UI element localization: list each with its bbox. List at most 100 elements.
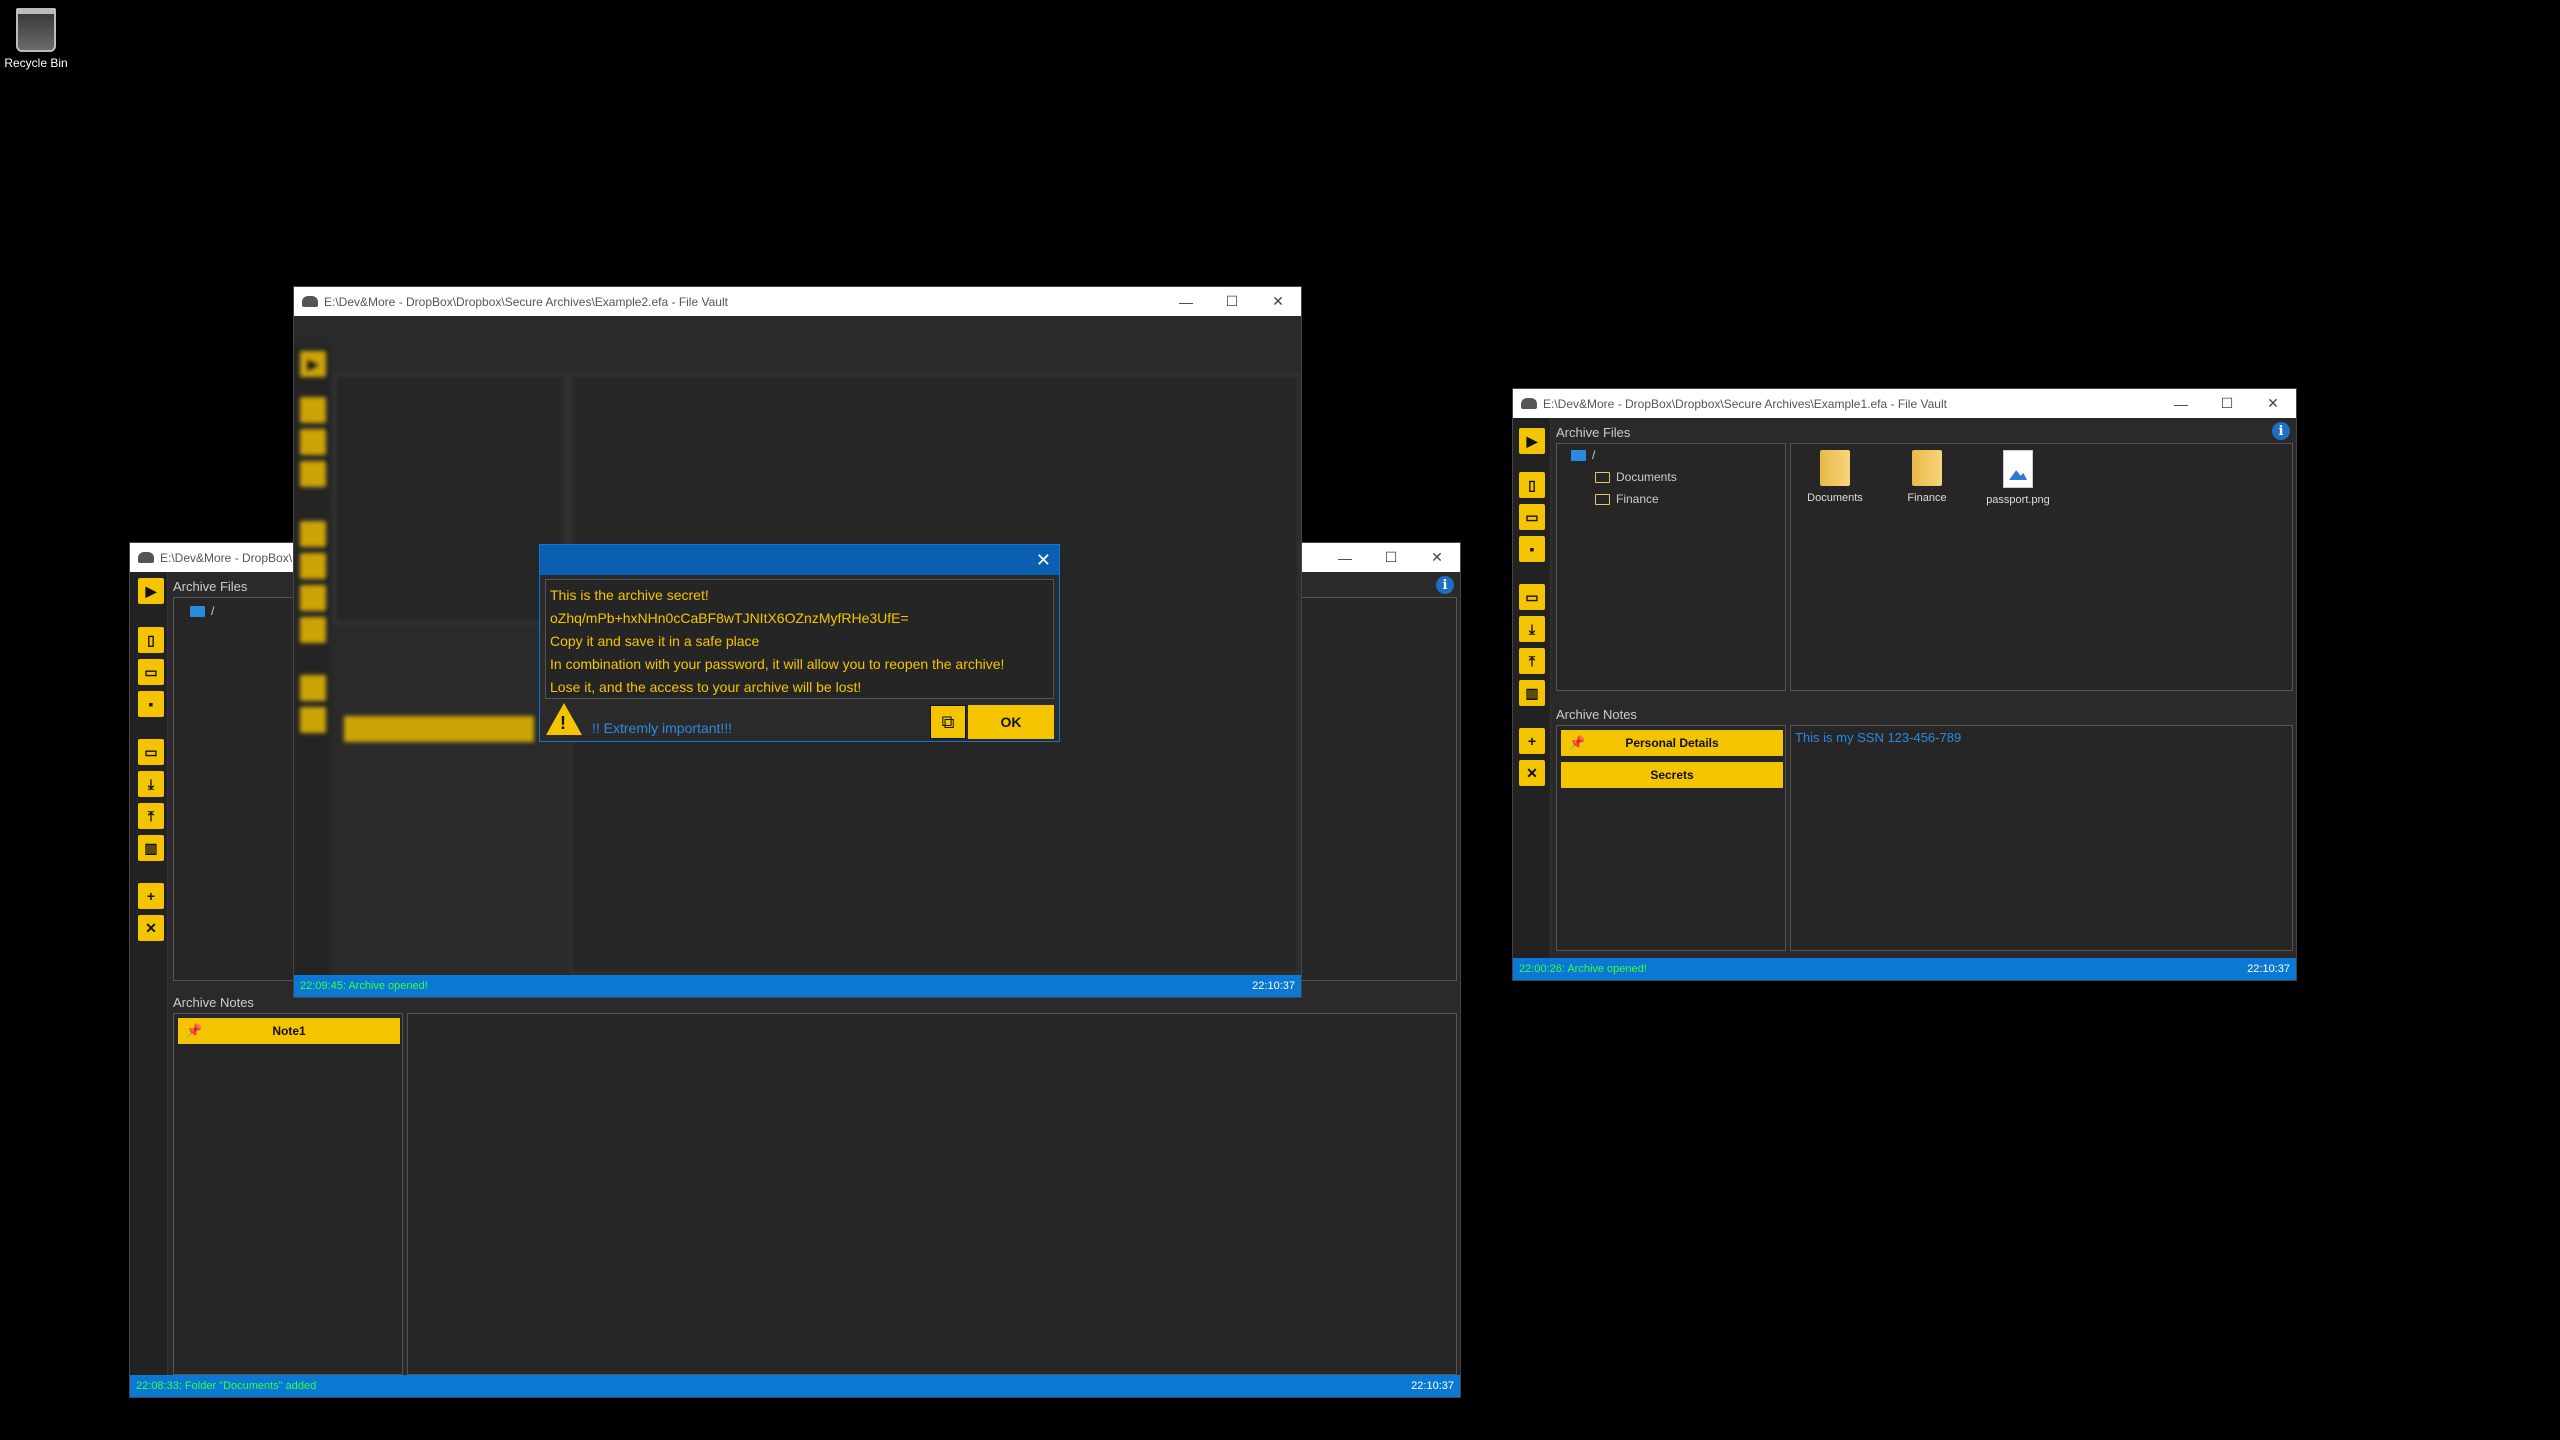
status-message: 22:09:45: Archive opened! (300, 980, 428, 992)
open-archive-button[interactable]: ▶ (138, 578, 164, 604)
close-button[interactable]: ✕ (2250, 389, 2296, 418)
warning-mark: ! (560, 713, 566, 733)
tree-root-label: / (1592, 448, 1596, 462)
note-label: Secrets (1650, 768, 1694, 782)
note-editor[interactable]: This is my SSN 123-456-789 (1790, 725, 2293, 951)
download-button (300, 553, 326, 579)
download-button[interactable]: ⤓ (1519, 616, 1545, 642)
dialog-line: In combination with your password, it wi… (550, 656, 1005, 672)
ok-button[interactable]: OK (968, 705, 1054, 739)
add-note-button (300, 675, 326, 701)
dialog-title-bar[interactable]: ✕ (540, 545, 1059, 575)
file-grid-panel: Documents Finance passport.png (1790, 443, 2293, 691)
delete-button[interactable]: ▥ (138, 835, 164, 861)
close-button[interactable]: ✕ (1255, 287, 1301, 316)
image-file-icon (2003, 450, 2033, 488)
status-bar: 22:00:26: Archive opened! 22:10:37 (1513, 958, 2296, 980)
minimize-button[interactable]: — (2158, 389, 2204, 418)
pin-icon: 📌 (186, 1023, 203, 1038)
file-tile-passport[interactable]: passport.png (1978, 450, 2058, 506)
status-message: 22:08:33: Folder "Documents" added (136, 1380, 317, 1392)
archive-files-label: Archive Files (173, 579, 248, 594)
recycle-bin-desktop-icon[interactable]: Recycle Bin (4, 8, 68, 70)
note-text: This is my SSN 123-456-789 (1795, 730, 1962, 745)
folder-icon (1595, 493, 1610, 505)
title-bar[interactable]: E:\Dev&More - DropBox\Dropbox\Secure Arc… (1513, 389, 2296, 418)
new-file-button[interactable]: ▯ (138, 627, 164, 653)
tree-root-label: / (211, 604, 215, 618)
folder-icon (1912, 450, 1942, 486)
tree-item-label: Finance (1616, 492, 1659, 506)
status-bar: 22:09:45: Archive opened! 22:10:37 (294, 975, 1301, 997)
recycle-bin-icon (16, 8, 56, 52)
window-title: E:\Dev&More - DropBox\Dropbox\Secure Arc… (1543, 396, 1947, 411)
archive-notes-label: Archive Notes (1556, 707, 1637, 722)
app-icon (302, 296, 318, 307)
recycle-bin-label: Recycle Bin (4, 56, 68, 70)
tree-item-label: Documents (1616, 470, 1677, 484)
info-icon[interactable]: i (1436, 576, 1454, 594)
add-note-button[interactable]: + (1519, 728, 1545, 754)
secret-key: oZhq/mPb+hxNHn0cCaBF8wTJNItX6OZnzMyfRHe3… (550, 610, 909, 626)
delete-note-button[interactable]: ✕ (138, 915, 164, 941)
save-button[interactable]: ▪ (138, 691, 164, 717)
minimize-button[interactable]: — (1322, 543, 1368, 572)
app-icon (138, 552, 154, 563)
folder-icon (1820, 450, 1850, 486)
toolbar: ▶ (294, 345, 332, 997)
file-tree-panel (334, 374, 566, 624)
delete-note-button[interactable]: ✕ (1519, 760, 1545, 786)
maximize-button[interactable]: ☐ (1209, 287, 1255, 316)
download-button[interactable]: ⤓ (138, 771, 164, 797)
note-editor[interactable] (407, 1013, 1457, 1375)
tree-root[interactable]: / (190, 604, 214, 618)
new-folder-button (300, 521, 326, 547)
save-button[interactable]: ▪ (1519, 536, 1545, 562)
file-name: Documents (1807, 492, 1863, 504)
notes-list-panel: 📌 Personal Details Secrets (1556, 725, 1786, 951)
tree-item-finance[interactable]: Finance (1595, 492, 1659, 506)
file-tile-documents[interactable]: Documents (1795, 450, 1875, 504)
upload-button[interactable]: ⤒ (138, 803, 164, 829)
open-archive-button: ▶ (300, 351, 326, 377)
new-file-button[interactable]: ▯ (1519, 472, 1545, 498)
upload-button (300, 585, 326, 611)
secret-text-area[interactable]: This is the archive secret! oZhq/mPb+hxN… (545, 579, 1054, 699)
dialog-line: Copy it and save it in a safe place (550, 633, 760, 649)
file-vault-window-right: E:\Dev&More - DropBox\Dropbox\Secure Arc… (1512, 388, 2297, 981)
new-folder-button[interactable]: ▭ (138, 739, 164, 765)
tree-item-documents[interactable]: Documents (1595, 470, 1677, 484)
window-title: E:\Dev&More - DropBox\ (160, 550, 293, 565)
archive-files-label: Archive Files (1556, 425, 1631, 440)
dialog-line: This is the archive secret! (550, 587, 709, 603)
toolbar: ▶ ▯ ▭ ▪ ▭ ⤓ ⤒ ▥ + ✕ (1513, 418, 1551, 980)
upload-button[interactable]: ⤒ (1519, 648, 1545, 674)
dialog-close-icon[interactable]: ✕ (1036, 550, 1051, 571)
copy-icon: ⧉ (941, 711, 955, 732)
close-button[interactable]: ✕ (1414, 543, 1460, 572)
file-name: passport.png (1986, 494, 2050, 506)
archive-secret-dialog: ✕ This is the archive secret! oZhq/mPb+h… (539, 544, 1060, 742)
open-archive-button[interactable]: ▶ (1519, 428, 1545, 454)
minimize-button[interactable]: — (1163, 287, 1209, 316)
file-tile-finance[interactable]: Finance (1887, 450, 1967, 504)
info-icon[interactable]: i (2272, 422, 2290, 440)
copy-secret-button[interactable]: ⧉ (930, 705, 966, 739)
new-folder-button[interactable]: ▭ (1519, 584, 1545, 610)
maximize-button[interactable]: ☐ (1368, 543, 1414, 572)
note-label: Note1 (272, 1024, 306, 1038)
note-item-secrets[interactable]: Secrets (1561, 762, 1783, 788)
save-button (300, 461, 326, 487)
title-bar[interactable]: E:\Dev&More - DropBox\Dropbox\Secure Arc… (294, 287, 1301, 316)
delete-button[interactable]: ▥ (1519, 680, 1545, 706)
tree-root[interactable]: / (1571, 448, 1595, 462)
status-time: 22:10:37 (2247, 963, 2290, 975)
dialog-line: Lose it, and the access to your archive … (550, 679, 862, 695)
maximize-button[interactable]: ☐ (2204, 389, 2250, 418)
open-file-button[interactable]: ▭ (138, 659, 164, 685)
note-item[interactable]: 📌 Note1 (178, 1018, 400, 1044)
file-tree-panel: / Documents Finance (1556, 443, 1786, 691)
add-note-button[interactable]: + (138, 883, 164, 909)
open-file-button[interactable]: ▭ (1519, 504, 1545, 530)
note-item-personal-details[interactable]: 📌 Personal Details (1561, 730, 1783, 756)
